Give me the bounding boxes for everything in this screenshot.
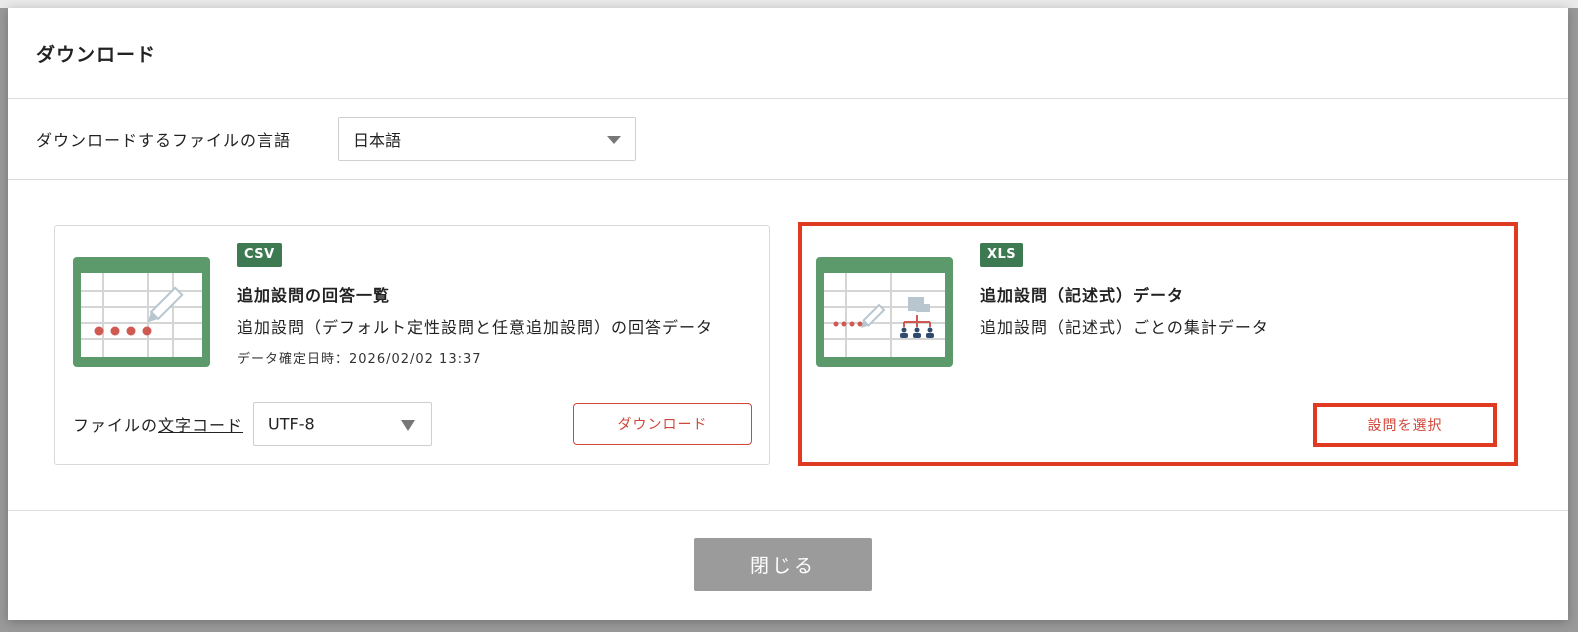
xls-badge: XLS bbox=[980, 243, 1024, 267]
encoding-select-value: UTF-8 bbox=[268, 414, 315, 434]
data-confirmed-datetime: データ確定日時：2026/02/02 13:37 bbox=[237, 352, 482, 367]
close-button[interactable]: 閉じる bbox=[694, 538, 872, 591]
language-select[interactable]: 日本語 bbox=[338, 117, 636, 161]
divider bbox=[8, 179, 1568, 180]
encoding-help-link[interactable]: 文字コード bbox=[158, 416, 243, 435]
language-label: ダウンロードするファイルの言語 bbox=[36, 131, 292, 150]
card-title: 追加設問の回答一覧 bbox=[237, 286, 391, 305]
encoding-label-prefix: ファイルの bbox=[73, 416, 159, 435]
card-description: 追加設問（記述式）ごとの集計データ bbox=[980, 318, 1269, 337]
encoding-select[interactable]: UTF-8 bbox=[253, 402, 432, 446]
spreadsheet-icon bbox=[73, 257, 210, 367]
modal-title: ダウンロード bbox=[36, 44, 157, 66]
csv-download-button[interactable]: ダウンロード bbox=[573, 403, 752, 445]
background-page bbox=[0, 0, 1578, 8]
encoding-label: ファイルの文字コード bbox=[73, 412, 243, 436]
language-select-value: 日本語 bbox=[353, 131, 402, 150]
xls-download-card: XLS 追加設問（記述式）データ 追加設問（記述式）ごとの集計データ 設問を選択 bbox=[798, 222, 1518, 466]
card-description: 追加設問（デフォルト定性設問と任意追加設問）の回答データ bbox=[237, 318, 714, 337]
divider bbox=[8, 98, 1568, 99]
chevron-down-icon bbox=[401, 420, 415, 431]
csv-download-card: CSV 追加設問の回答一覧 追加設問（デフォルト定性設問と任意追加設問）の回答デ… bbox=[54, 225, 770, 465]
spreadsheet-chart-icon bbox=[816, 257, 953, 367]
card-title: 追加設問（記述式）データ bbox=[980, 286, 1185, 305]
divider bbox=[8, 510, 1568, 511]
chevron-down-icon bbox=[607, 136, 621, 144]
select-question-button[interactable]: 設問を選択 bbox=[1313, 403, 1497, 447]
csv-badge: CSV bbox=[237, 243, 282, 267]
download-modal: ダウンロード ダウンロードするファイルの言語 日本語 CSV 追加設問の回答一覧 bbox=[8, 8, 1568, 620]
